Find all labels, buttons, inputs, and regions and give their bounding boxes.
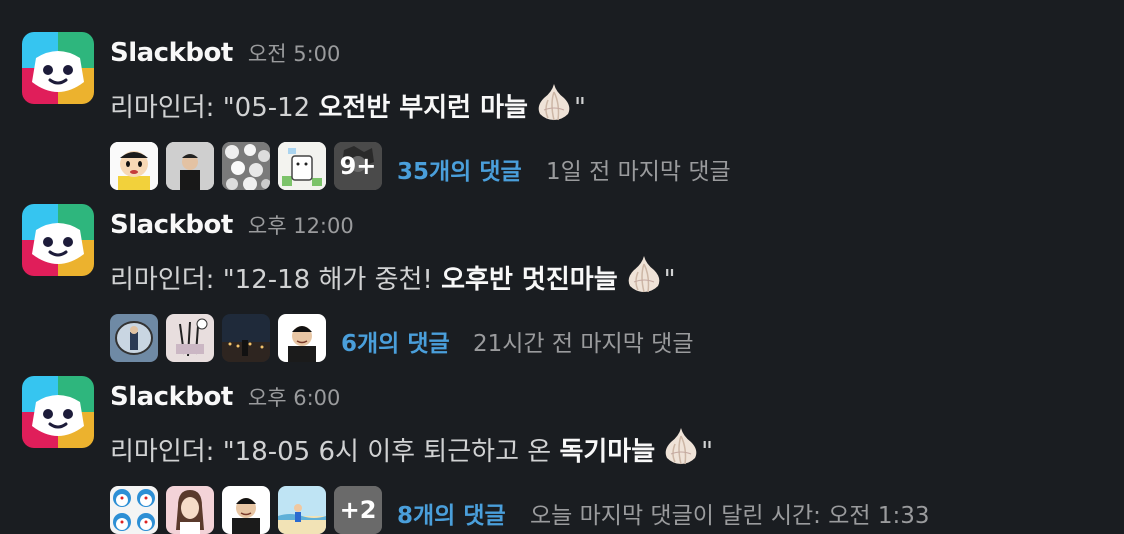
slackbot-avatar[interactable] (22, 204, 94, 276)
message-1: Slackbot 오전 5:00 리마인더: "05-12 오전반 부지런 마늘… (22, 22, 1102, 190)
man-smiling-avatar (222, 486, 270, 534)
man-in-black-avatar (166, 142, 214, 190)
message-header: Slackbot 오전 5:00 (110, 38, 340, 68)
woman-avatar (166, 486, 214, 534)
sender-name[interactable]: Slackbot (110, 210, 233, 240)
message-text-suffix: " (573, 93, 586, 123)
timestamp[interactable]: 오전 5:00 (248, 42, 340, 66)
shinchan-avatar (110, 142, 158, 190)
beach-illustration-avatar (278, 486, 326, 534)
message-header: Slackbot 오후 12:00 (110, 210, 354, 240)
message-text-bold: 독기마늘 (559, 437, 656, 467)
drawing-avatar (166, 314, 214, 362)
last-reply-time: 1일 전 마지막 댓글 (546, 159, 731, 185)
reply-count-link[interactable]: 35개의 댓글 (397, 152, 522, 186)
message-text-suffix: " (701, 437, 714, 467)
message-text-prefix: 리마인더: "12-18 해가 중천! (110, 265, 442, 295)
garlic-emoji-icon (661, 426, 701, 473)
slackbot-avatar[interactable] (22, 376, 94, 448)
more-participants-badge: 9+ (334, 142, 382, 190)
reply-count-link[interactable]: 8개의 댓글 (397, 496, 506, 530)
man-smiling-avatar (278, 314, 326, 362)
last-reply-time: 21시간 전 마지막 댓글 (473, 331, 694, 357)
cartoon-sticker-avatar (278, 142, 326, 190)
reply-count-link[interactable]: 6개의 댓글 (341, 324, 450, 358)
mirror-photo-avatar (110, 314, 158, 362)
message-3: Slackbot 오후 6:00 리마인더: "18-05 6시 이후 퇴근하고… (22, 366, 1102, 534)
message-text-bold: 오후반 멋진마늘 (441, 265, 618, 295)
message-2: Slackbot 오후 12:00 리마인더: "12-18 해가 중천! 오후… (22, 194, 1102, 362)
last-reply-time: 오늘 마지막 댓글이 달린 시간: 오전 1:33 (530, 503, 930, 529)
timestamp[interactable]: 오후 6:00 (248, 386, 340, 410)
timestamp[interactable]: 오후 12:00 (248, 214, 354, 238)
message-text-suffix: " (663, 265, 676, 295)
flowers-avatar (222, 142, 270, 190)
sender-name[interactable]: Slackbot (110, 382, 233, 412)
message-text-bold: 오전반 부지런 마늘 (318, 93, 528, 123)
doraemon-avatar (110, 486, 158, 534)
message-text-prefix: 리마인더: "18-05 6시 이후 퇴근하고 온 (110, 437, 560, 467)
slackbot-avatar[interactable] (22, 32, 94, 104)
more-count: 9+ (339, 152, 377, 180)
message-text: 리마인더: "12-18 해가 중천! 오후반 멋진마늘 " (110, 254, 676, 301)
message-text: 리마인더: "05-12 오전반 부지런 마늘 " (110, 82, 586, 129)
message-text: 리마인더: "18-05 6시 이후 퇴근하고 온 독기마늘 " (110, 426, 713, 473)
more-count: +2 (339, 496, 377, 524)
garlic-emoji-icon (624, 254, 664, 301)
sender-name[interactable]: Slackbot (110, 38, 233, 68)
message-text-prefix: 리마인더: "05-12 (110, 93, 319, 123)
night-city-avatar (222, 314, 270, 362)
garlic-emoji-icon (534, 82, 574, 129)
more-participants-badge: +2 (334, 486, 382, 534)
message-header: Slackbot 오후 6:00 (110, 382, 340, 412)
